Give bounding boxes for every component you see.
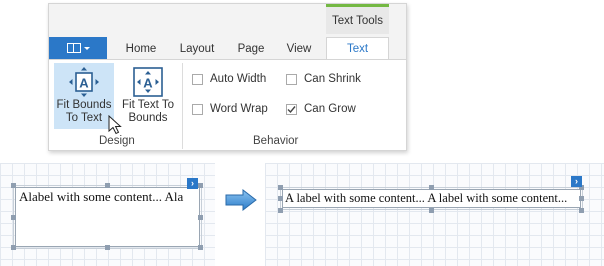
can-grow-checkbox[interactable]: Can Grow: [286, 103, 356, 115]
file-menu-button[interactable]: [49, 37, 107, 59]
tab-home[interactable]: Home: [117, 39, 165, 59]
design-group-label: Design: [99, 135, 135, 147]
resize-handle[interactable]: [429, 208, 434, 213]
group-separator: [182, 63, 183, 149]
resize-handle[interactable]: [11, 183, 16, 188]
resize-handle[interactable]: [11, 245, 16, 250]
report-label-before[interactable]: Alabel with some content... Ala: [13, 185, 202, 249]
can-shrink-checkbox[interactable]: Can Shrink: [286, 73, 361, 85]
smart-tag-button[interactable]: ›: [187, 178, 198, 189]
word-wrap-checkbox[interactable]: Word Wrap: [192, 103, 268, 115]
ribbon: Text Tools Home Layout Page View Text A …: [48, 3, 407, 151]
design-surface-after: A label with some content... A label wit…: [265, 163, 604, 266]
auto-width-box[interactable]: [192, 73, 203, 85]
resize-handle[interactable]: [198, 183, 203, 188]
svg-text:A: A: [143, 76, 153, 91]
svg-text:A: A: [79, 76, 89, 91]
fit-text-to-bounds-label: Fit Text To Bounds: [122, 99, 174, 124]
resize-handle[interactable]: [579, 208, 584, 213]
mouse-cursor-icon: [108, 115, 122, 135]
auto-width-label: Auto Width: [210, 73, 267, 85]
resize-handle[interactable]: [278, 185, 283, 190]
resize-handle[interactable]: [429, 185, 434, 190]
book-icon: [66, 43, 81, 53]
fit-bounds-to-text-icon: A: [69, 67, 99, 97]
resize-handle[interactable]: [11, 215, 16, 220]
report-label-after[interactable]: A label with some content... A label wit…: [280, 187, 583, 210]
fit-bounds-to-text-label: Fit Bounds To Text: [56, 99, 112, 124]
resize-handle[interactable]: [105, 183, 110, 188]
resize-handle[interactable]: [105, 245, 110, 250]
arrow-right-icon: [225, 189, 257, 211]
auto-width-checkbox[interactable]: Auto Width: [192, 73, 266, 85]
resize-handle[interactable]: [579, 196, 584, 201]
behavior-group-label: Behavior: [253, 135, 299, 147]
word-wrap-label: Word Wrap: [210, 103, 268, 115]
can-grow-label: Can Grow: [304, 103, 356, 115]
resize-handle[interactable]: [278, 196, 283, 201]
fit-text-to-bounds-icon: A: [133, 67, 163, 97]
word-wrap-box[interactable]: [192, 103, 203, 115]
text-tools-context-header: Text Tools: [326, 4, 389, 34]
tab-page[interactable]: Page: [229, 39, 273, 59]
chevron-down-icon: [83, 46, 90, 50]
can-shrink-box[interactable]: [286, 73, 297, 85]
smart-tag-button[interactable]: ›: [571, 176, 582, 187]
resize-handle[interactable]: [198, 215, 203, 220]
tab-text[interactable]: Text: [326, 37, 389, 60]
tab-view[interactable]: View: [277, 39, 321, 59]
tab-layout[interactable]: Layout: [171, 39, 223, 59]
fit-bounds-to-text-button[interactable]: A Fit Bounds To Text: [54, 63, 114, 129]
can-shrink-label: Can Shrink: [304, 73, 361, 85]
resize-handle[interactable]: [278, 208, 283, 213]
can-grow-box[interactable]: [286, 103, 297, 115]
checkmark-icon: [287, 105, 296, 113]
resize-handle[interactable]: [198, 245, 203, 250]
ribbon-panel: A Fit Bounds To Text A Fit Text To Bound…: [49, 59, 406, 150]
design-surface-before: Alabel with some content... Ala ›: [0, 163, 215, 266]
fit-text-to-bounds-button[interactable]: A Fit Text To Bounds: [118, 63, 178, 129]
